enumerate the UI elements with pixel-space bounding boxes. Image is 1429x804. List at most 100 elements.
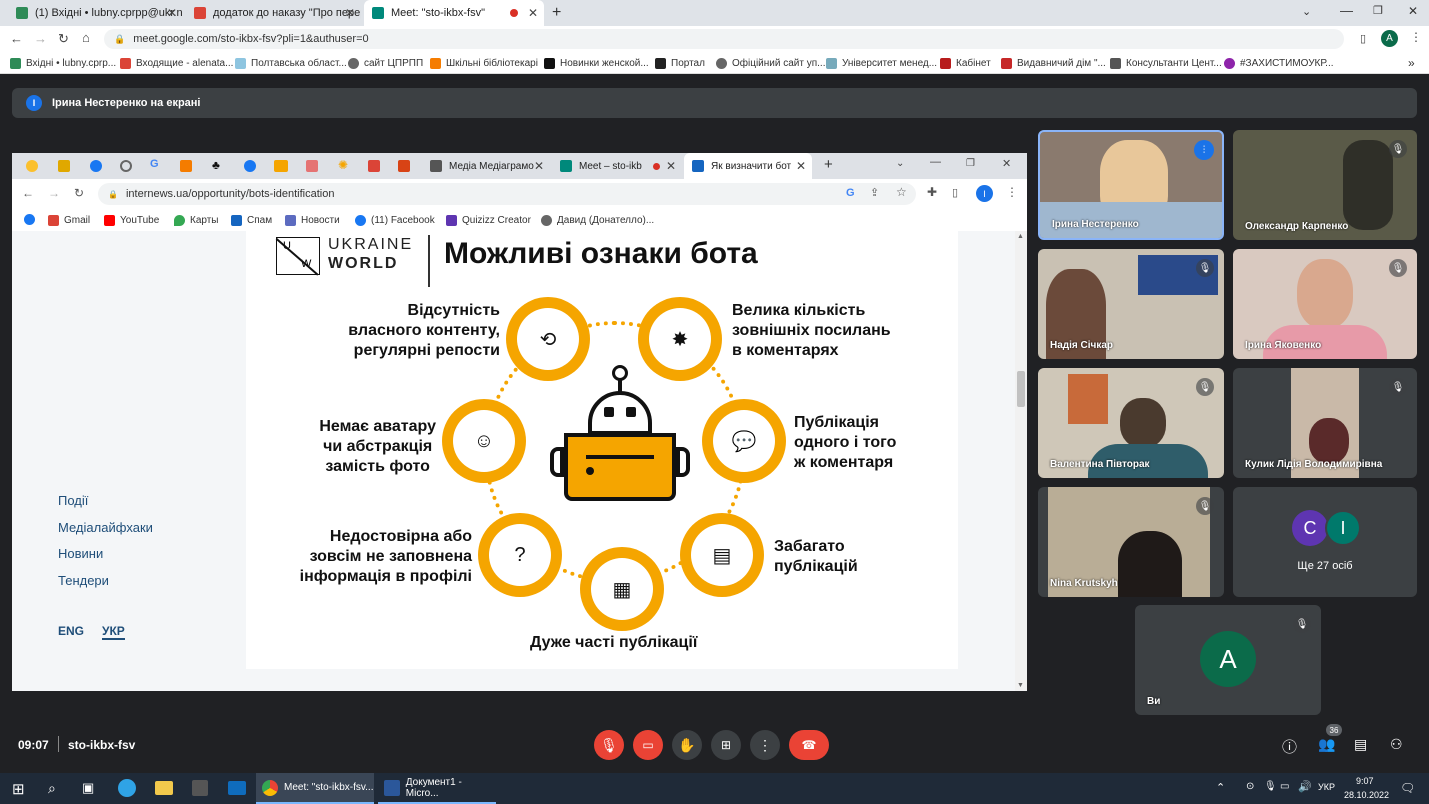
mic-toggle-button[interactable]: 🎙 [594,730,624,760]
participant-tile[interactable]: 🎙 Nina Krutskyh [1038,487,1224,597]
file-explorer-icon[interactable] [155,781,173,795]
inner-bookmark[interactable]: Карты [174,209,219,231]
restore-icon[interactable]: ❐ [1373,4,1383,17]
bookmark-item[interactable]: Входящие - alenata... [120,52,233,74]
browser-tab-meet[interactable]: Meet: "sto-ikbx-fsv" ✕ [364,0,544,26]
reload-icon[interactable]: ↻ [58,31,69,47]
camera-toggle-button[interactable]: ▭ [633,730,663,760]
search-icon[interactable]: ⌕ [48,780,56,797]
network-icon[interactable]: ▭ [1280,781,1289,792]
minimize-icon[interactable]: — [930,156,941,168]
star-icon[interactable]: ☆ [896,185,907,199]
meeting-info-icon[interactable]: ⓘ [1282,736,1297,757]
inner-address-bar[interactable]: 🔒 internews.ua/opportunity/bots-identifi… [98,183,916,205]
notifications-icon[interactable]: 🗨 [1400,781,1415,795]
address-bar[interactable]: 🔒 meet.google.com/sto-ikbx-fsv?pli=1&aut… [104,29,1344,49]
more-options-button[interactable]: ⋮ [750,730,780,760]
inner-bookmark[interactable]: Давид (Донателло)... [541,209,654,231]
close-icon[interactable]: ✕ [534,159,544,173]
participant-tile[interactable]: 🎙 Надія Січкар [1038,249,1224,359]
nav-link-events[interactable]: Події [58,493,153,520]
bookmark-item[interactable]: Новинки женской... [544,52,649,74]
restore-icon[interactable]: ❐ [966,158,975,169]
profile-avatar[interactable]: A [1381,30,1398,47]
mail-icon[interactable] [228,781,246,795]
browser-tab-mail[interactable]: (1) Вхідні • lubny.cprpp@ukr.net ✕ [8,0,183,26]
close-icon[interactable]: ✕ [666,159,676,173]
close-icon[interactable]: ✕ [345,6,355,20]
nav-link-media-lifehacks[interactable]: Медіалайфхаки [58,520,153,547]
tray-icon[interactable]: ⊙ [1246,781,1254,792]
bookmark-item[interactable]: Полтавська област... [235,52,347,74]
new-tab-button[interactable]: + [552,4,561,22]
bookmark-item[interactable]: Кабінет [940,52,991,74]
back-icon[interactable]: ← [22,186,34,200]
browser-tab-doc[interactable]: додаток до наказу "Про перер ✕ [186,0,361,26]
self-tile[interactable]: A 🎙 Ви [1135,605,1321,715]
tray-chevron-icon[interactable]: ⌃ [1216,781,1225,794]
back-icon[interactable]: ← [10,31,23,46]
inner-bookmark[interactable]: Gmail [48,209,90,231]
bookmarks-more-icon[interactable]: » [1408,52,1415,74]
facebook-icon[interactable] [24,214,35,225]
menu-icon[interactable]: ⋮ [1006,185,1018,199]
close-window-icon[interactable]: ✕ [1408,4,1418,18]
inner-tab-meet[interactable]: Meet – sto-ikb ✕ [552,153,682,179]
bookmark-item[interactable]: Вхідні • lubny.cprp... [10,52,116,74]
menu-icon[interactable]: ⋮ [1410,30,1422,44]
chat-icon[interactable]: ▤ [1354,736,1367,753]
bookmark-item[interactable]: Портал [655,52,705,74]
nav-link-tenders[interactable]: Тендери [58,573,153,600]
volume-icon[interactable]: 🔊 [1298,780,1312,793]
bookmark-item[interactable]: Консультанти Цент... [1110,52,1222,74]
present-button[interactable]: ⊞ [711,730,741,760]
participant-tile[interactable]: 🎙 Олександр Карпенко [1233,130,1417,240]
minimize-icon[interactable]: — [1340,3,1353,18]
bookmark-item[interactable]: Шкільні бібліотекарі [430,52,538,74]
bookmark-item[interactable]: Офіційний сайт уп... [716,52,826,74]
inner-profile-avatar[interactable]: I [976,185,993,202]
store-icon[interactable] [192,780,208,796]
raise-hand-button[interactable]: ✋ [672,730,702,760]
forward-icon[interactable]: → [48,186,60,200]
inner-bookmark[interactable]: (11) Facebook [355,209,435,231]
windows-start-icon[interactable]: ⊞ [12,780,25,798]
bookmark-item[interactable]: сайт ЦПРПП [348,52,423,74]
close-window-icon[interactable]: ✕ [1002,157,1011,170]
home-icon[interactable]: ⌂ [82,30,90,45]
sidebar-icon[interactable]: ▯ [1360,32,1366,45]
tab-search-icon[interactable]: ⌄ [896,158,904,169]
extensions-icon[interactable]: ✚ [927,185,937,199]
clock-date[interactable]: 28.10.2022 [1344,790,1389,800]
participant-tile[interactable]: 🎙 Валентина Півторак [1038,368,1224,478]
language-indicator[interactable]: УКР [1318,782,1335,792]
close-icon[interactable]: ✕ [528,6,538,20]
people-icon[interactable]: 👥 [1318,736,1335,753]
participant-tile[interactable]: 🎙 Ірина Яковенко [1233,249,1417,359]
bookmark-item[interactable]: Видавничий дім "... [1001,52,1106,74]
page-scrollbar[interactable]: ▲ ▼ [1015,231,1027,691]
participant-tile[interactable]: ⫶ Ірина Нестеренко [1038,130,1224,240]
leave-call-button[interactable]: ☎ [789,730,829,760]
edge-icon[interactable] [118,779,136,797]
bookmark-item[interactable]: Університет менед... [826,52,937,74]
tab-search-icon[interactable]: ⌄ [1302,5,1311,18]
activities-icon[interactable]: ⚇ [1390,736,1403,753]
close-icon[interactable]: ✕ [167,6,177,20]
inner-new-tab-button[interactable]: + [824,156,833,173]
inner-bookmark[interactable]: Quizizz Creator [446,209,531,231]
others-tile[interactable]: C I Ще 27 осіб [1233,487,1417,597]
inner-bookmark[interactable]: Новости [285,209,340,231]
participant-tile[interactable]: 🎙 Кулик Лідія Володимирівна [1233,368,1417,478]
sidebar-icon[interactable]: ▯ [952,186,958,199]
lang-eng[interactable]: ENG [58,624,84,638]
inner-tab-media[interactable]: Медіа Медіаграмо ✕ [422,153,550,179]
inner-bookmark[interactable]: Спам [231,209,272,231]
inner-tab-bots[interactable]: Як визначити бот ✕ [684,153,812,179]
inner-bookmark[interactable]: YouTube [104,209,159,231]
share-icon[interactable]: ⇪ [870,186,879,199]
lang-ukr[interactable]: УКР [102,624,125,640]
bookmark-item[interactable]: #ЗАХИСТИМОУКР... [1224,52,1334,74]
scrollbar-thumb[interactable] [1017,371,1025,407]
taskbar-app-word[interactable]: Документ1 - Micro... [378,773,496,804]
